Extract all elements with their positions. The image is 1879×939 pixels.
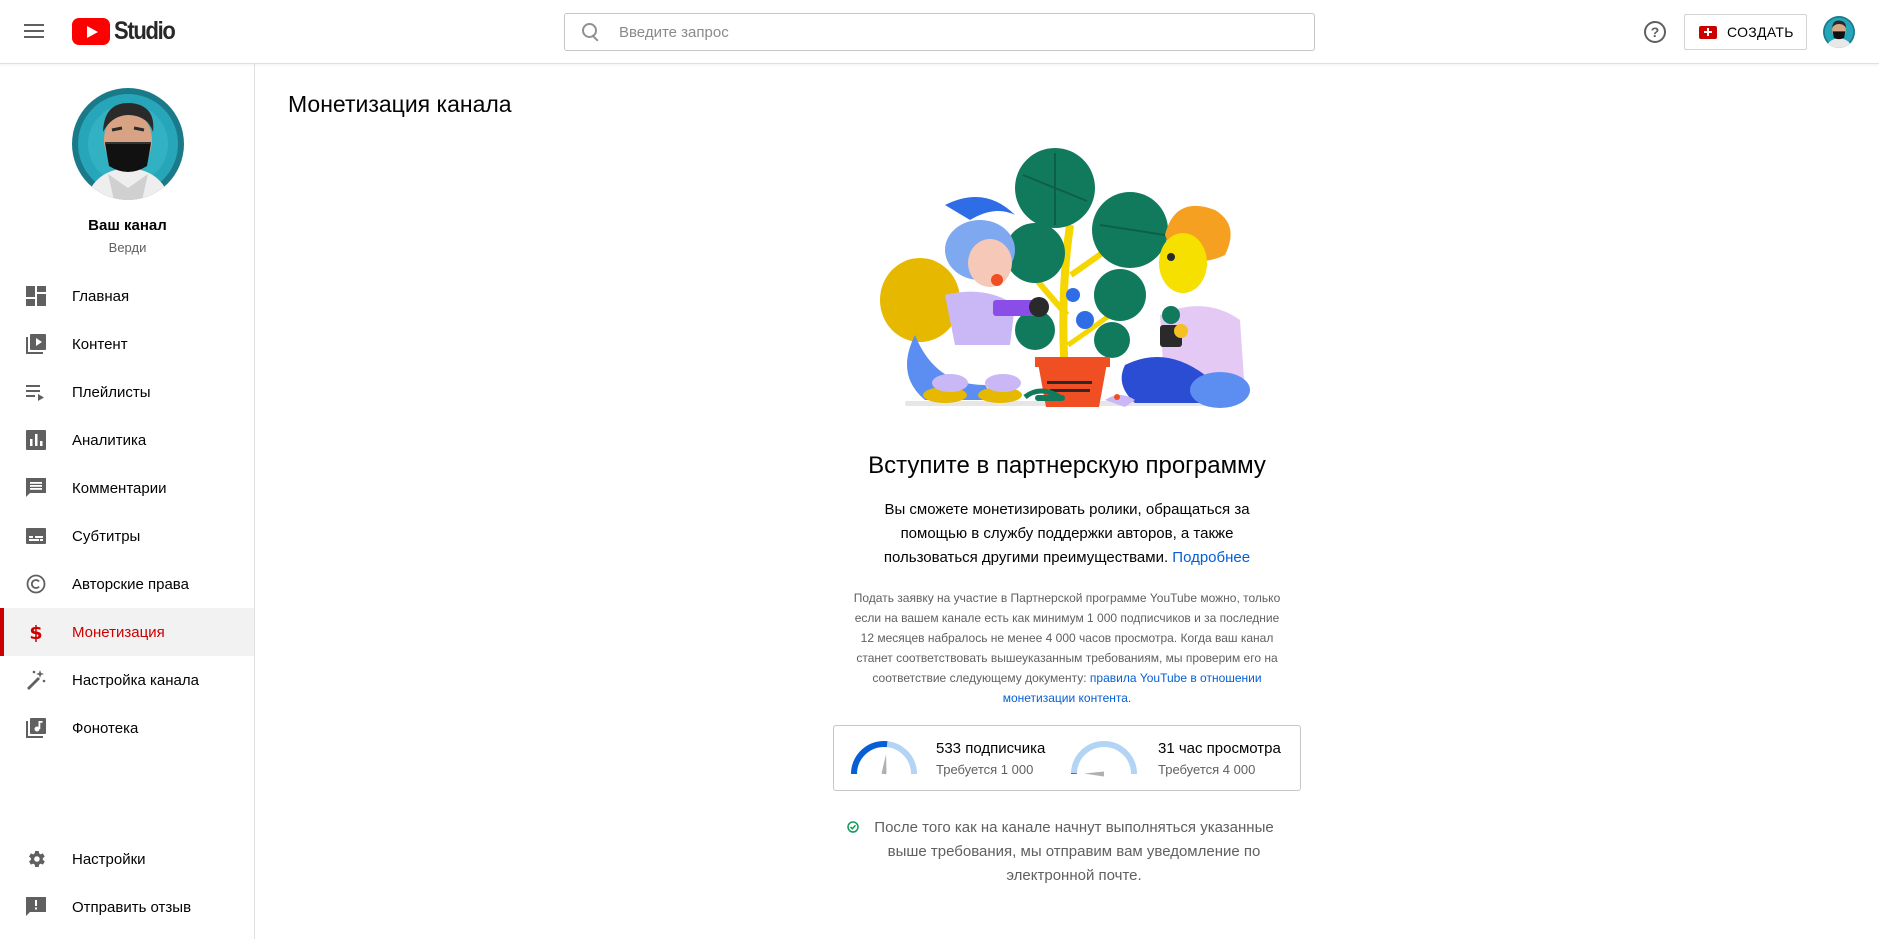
logo-text: Studio xyxy=(114,17,176,45)
create-video-icon xyxy=(1699,25,1717,39)
watch-hours-requirement: 31 час просмотра Требуется 4 000 xyxy=(1068,726,1302,790)
sidebar-item-label: Аналитика xyxy=(72,431,147,449)
sidebar-item-label: Настройки xyxy=(72,850,146,868)
sidebar-item-monetization[interactable]: $ Монетизация xyxy=(0,608,254,656)
sidebar-item-label: Комментарии xyxy=(72,479,167,497)
sidebar-item-dashboard[interactable]: Главная xyxy=(0,272,254,320)
sidebar-item-playlists[interactable]: Плейлисты xyxy=(0,368,254,416)
dollar-icon: $ xyxy=(24,620,48,644)
eligibility-description: Подать заявку на участие в Партнерской п… xyxy=(848,588,1286,708)
sidebar-item-label: Субтитры xyxy=(72,527,141,545)
watch-hours-gauge xyxy=(1071,741,1137,777)
dashboard-icon xyxy=(24,284,48,308)
audio-library-icon xyxy=(24,716,48,740)
sidebar-item-comments[interactable]: Комментарии xyxy=(0,464,254,512)
sidebar-item-label: Контент xyxy=(72,335,128,353)
video-library-icon xyxy=(24,332,48,356)
sidebar: Ваш канал Верди Главная Контент Плейлист… xyxy=(0,64,255,939)
sidebar-nav: Главная Контент Плейлисты Аналитика Комм… xyxy=(0,272,254,752)
partner-program-illustration xyxy=(875,145,1260,430)
copyright-icon xyxy=(24,572,48,596)
subtitles-icon xyxy=(24,524,48,548)
page-title: Монетизация канала xyxy=(288,91,512,117)
comment-icon xyxy=(24,476,48,500)
sidebar-item-copyright[interactable]: Авторские права xyxy=(0,560,254,608)
create-label: СОЗДАТЬ xyxy=(1727,24,1794,40)
subscribers-required: Требуется 1 000 xyxy=(936,762,1034,777)
watch-hours-count: 31 час просмотра xyxy=(1158,740,1281,757)
top-bar: Studio ? СОЗДАТЬ xyxy=(0,0,1879,64)
channel-name: Верди xyxy=(108,240,147,255)
sidebar-item-feedback[interactable]: Отправить отзыв xyxy=(0,883,254,931)
svg-text:$: $ xyxy=(29,622,42,642)
subscribers-count: 533 подписчика xyxy=(936,740,1046,757)
sidebar-item-content[interactable]: Контент xyxy=(0,320,254,368)
sidebar-item-settings[interactable]: Настройки xyxy=(0,835,254,883)
account-avatar[interactable] xyxy=(1823,16,1855,48)
sidebar-item-audio-library[interactable]: Фонотека xyxy=(0,704,254,752)
sidebar-item-label: Настройка канала xyxy=(72,671,199,689)
youtube-logo-icon xyxy=(72,18,110,45)
sidebar-bottom-nav: Настройки Отправить отзыв xyxy=(0,835,254,931)
studio-logo[interactable]: Studio xyxy=(72,17,183,46)
learn-more-link[interactable]: Подробнее xyxy=(1172,549,1250,566)
requirements-panel: 533 подписчика Требуется 1 000 31 час пр… xyxy=(833,725,1301,791)
help-icon[interactable]: ? xyxy=(1644,21,1666,43)
gear-icon xyxy=(24,847,48,871)
search-bar[interactable] xyxy=(564,13,1315,51)
analytics-icon xyxy=(24,428,48,452)
sidebar-item-label: Плейлисты xyxy=(72,383,151,401)
channel-title: Ваш канал xyxy=(88,217,167,234)
notice-text: После того как на канале начнут выполнят… xyxy=(874,819,1274,884)
subscribers-requirement: 533 подписчика Требуется 1 000 xyxy=(834,726,1068,790)
sidebar-item-label: Главная xyxy=(72,287,130,305)
sidebar-item-label: Фонотека xyxy=(72,719,139,737)
sidebar-item-analytics[interactable]: Аналитика xyxy=(0,416,254,464)
sidebar-item-customization[interactable]: Настройка канала xyxy=(0,656,254,704)
search-icon[interactable] xyxy=(581,22,601,42)
magic-wand-icon xyxy=(24,668,48,692)
playlist-icon xyxy=(24,380,48,404)
check-circle-icon xyxy=(847,821,859,833)
subscribers-gauge xyxy=(851,741,917,775)
create-button[interactable]: СОЗДАТЬ xyxy=(1684,14,1807,50)
feedback-icon xyxy=(24,895,48,919)
sidebar-item-label: Монетизация xyxy=(72,623,165,641)
search-input[interactable] xyxy=(619,23,1269,41)
menu-icon[interactable] xyxy=(22,20,46,44)
sidebar-item-label: Авторские права xyxy=(72,575,189,593)
watch-hours-required: Требуется 4 000 xyxy=(1158,762,1256,777)
sidebar-item-subtitles[interactable]: Субтитры xyxy=(0,512,254,560)
channel-avatar[interactable] xyxy=(72,88,184,200)
partner-program-headline: Вступите в партнерскую программу xyxy=(868,452,1266,479)
sidebar-item-label: Отправить отзыв xyxy=(72,898,192,916)
partner-program-description: Вы сможете монетизировать ролики, обраща… xyxy=(860,498,1274,570)
